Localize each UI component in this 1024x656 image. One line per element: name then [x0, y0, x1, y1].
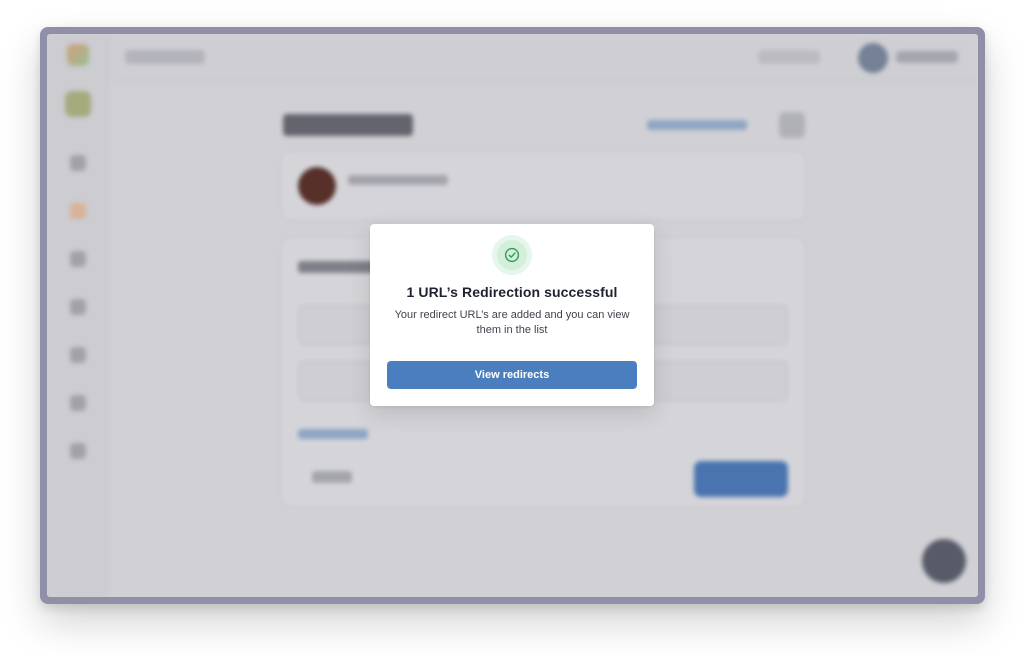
view-redirects-button[interactable]: View redirects	[387, 361, 637, 389]
check-circle-icon	[504, 247, 520, 263]
app-screen: 1 URL’s Redirection successful Your redi…	[47, 34, 978, 597]
modal-message: Your redirect URL’s are added and you ca…	[394, 309, 630, 336]
success-modal: 1 URL’s Redirection successful Your redi…	[370, 224, 654, 406]
window-frame: 1 URL’s Redirection successful Your redi…	[40, 27, 985, 604]
modal-title: 1 URL’s Redirection successful	[406, 284, 618, 300]
success-icon-ring	[492, 235, 532, 275]
